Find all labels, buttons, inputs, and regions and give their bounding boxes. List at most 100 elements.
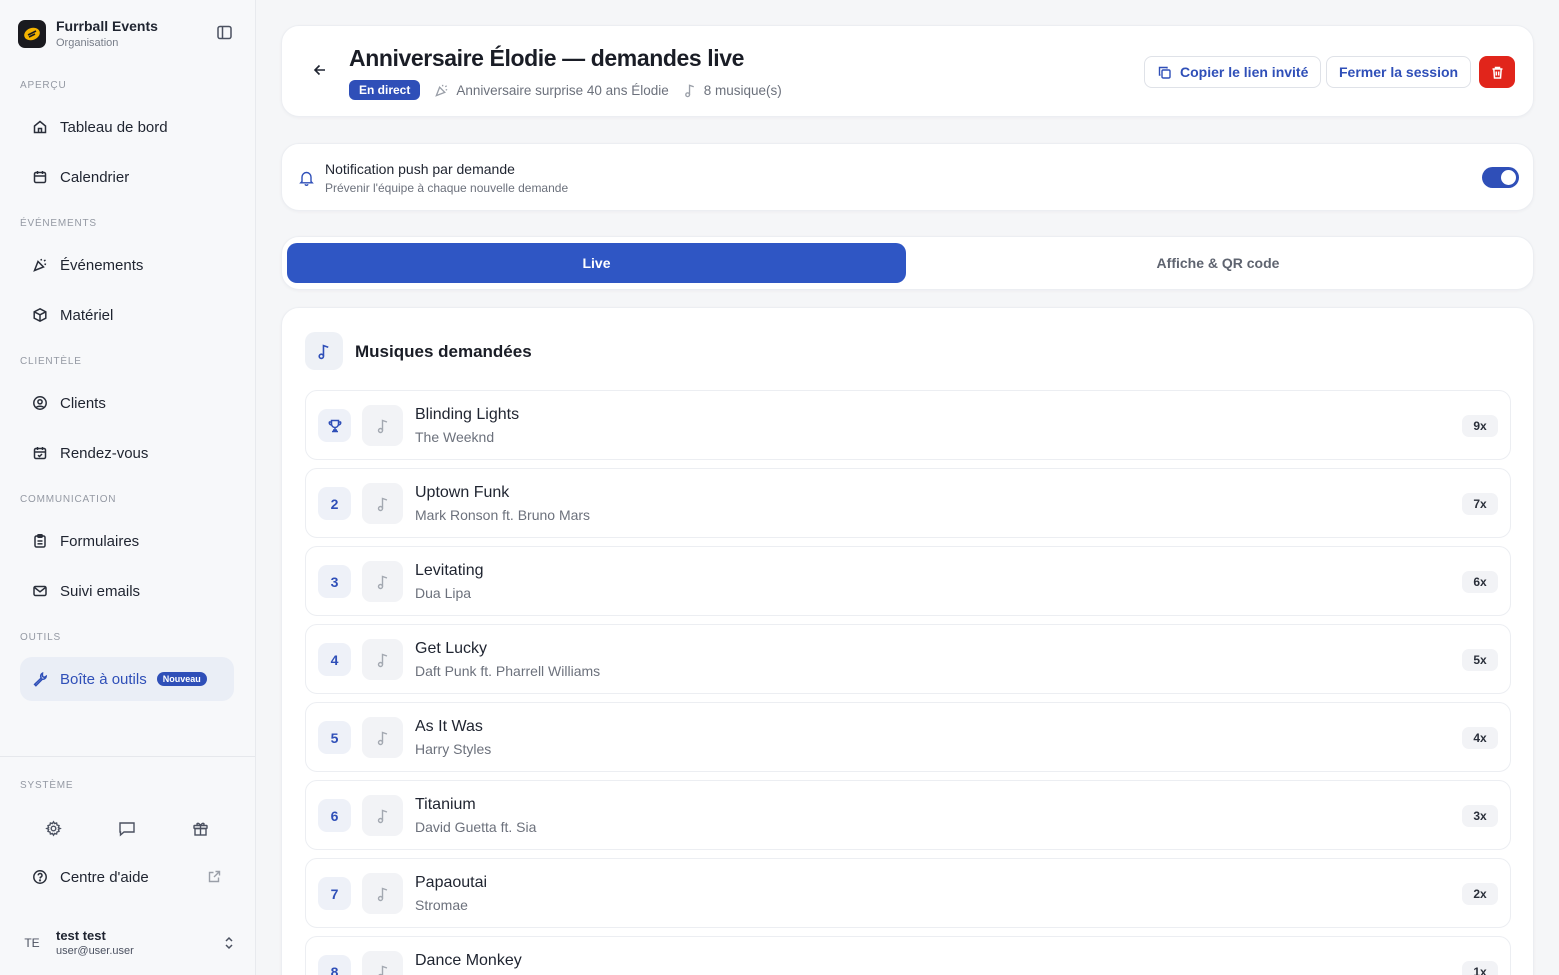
section-title-systeme: SYSTÈME <box>20 780 74 791</box>
clipboard-icon <box>32 533 48 549</box>
song-artist: Mark Ronson ft. Bruno Mars <box>415 507 591 523</box>
sidebar-item-label: Suivi emails <box>60 582 141 600</box>
music-note-icon <box>362 951 403 975</box>
request-count: 6x <box>1462 571 1498 593</box>
sidebar-item-clients[interactable]: Clients <box>20 381 234 425</box>
section-title-outils: OUTILS <box>20 632 61 643</box>
rank-number: 6 <box>318 799 351 832</box>
event-name: Anniversaire surprise 40 ans Élodie <box>456 82 669 98</box>
request-count: 9x <box>1462 415 1498 437</box>
back-arrow-icon[interactable] <box>312 62 328 78</box>
music-note-icon <box>362 717 403 758</box>
music-note-icon <box>362 795 403 836</box>
event-meta: En direct Anniversaire surprise 40 ans É… <box>349 80 796 100</box>
sidebar: Furrball Events Organisation APERÇU Tabl… <box>0 0 256 975</box>
music-count: 8 musique(s) <box>703 82 782 98</box>
party-icon <box>32 257 48 273</box>
list-item[interactable]: 3 Levitating Dua Lipa 6x <box>305 546 1511 616</box>
song-artist: Dua Lipa <box>415 585 472 601</box>
mail-icon <box>32 583 48 599</box>
sidebar-item-email-tracking[interactable]: Suivi emails <box>20 569 234 613</box>
tabs: Live Affiche & QR code <box>281 236 1534 290</box>
song-title: As It Was <box>415 718 483 735</box>
rank-number: 8 <box>318 955 351 975</box>
delete-button[interactable] <box>1479 56 1515 88</box>
sidebar-item-events[interactable]: Événements <box>20 243 234 287</box>
rank-number: 7 <box>318 877 351 910</box>
song-title: Blinding Lights <box>415 406 520 423</box>
request-count: 4x <box>1462 727 1498 749</box>
song-artist: Daft Punk ft. Pharrell Williams <box>415 663 601 679</box>
song-title: Dance Monkey <box>415 952 522 969</box>
list-item[interactable]: 2 Uptown Funk Mark Ronson ft. Bruno Mars… <box>305 468 1511 538</box>
request-count: 1x <box>1462 961 1498 975</box>
song-artist: Harry Styles <box>415 741 492 757</box>
song-title: Titanium <box>415 796 476 813</box>
close-session-button[interactable]: Fermer la session <box>1326 56 1472 88</box>
section-title-clientele: CLIENTÈLE <box>20 356 82 367</box>
sidebar-item-toolbox[interactable]: Boîte à outils Nouveau <box>20 657 234 701</box>
org-subtitle: Organisation <box>56 37 119 49</box>
request-count: 7x <box>1462 493 1498 515</box>
push-notification-setting: Notification push par demande Prévenir l… <box>281 143 1534 211</box>
external-link-icon <box>207 869 222 884</box>
avatar: TE <box>24 936 40 950</box>
trash-icon <box>1492 66 1502 79</box>
song-title: Levitating <box>415 562 484 579</box>
tab-live[interactable]: Live <box>287 243 906 283</box>
song-title: Papaoutai <box>415 874 488 891</box>
page-title: Anniversaire Élodie — demandes live <box>349 45 745 71</box>
help-circle-icon <box>32 869 48 885</box>
org-name: Furrball Events <box>56 18 158 34</box>
sidebar-item-label: Formulaires <box>60 532 140 550</box>
sidebar-item-label: Centre d'aide <box>60 868 149 886</box>
sidebar-item-help-center[interactable]: Centre d'aide <box>20 855 234 899</box>
calendar-icon <box>32 169 48 185</box>
sidebar-item-equipment[interactable]: Matériel <box>20 293 234 337</box>
music-note-icon <box>362 561 403 602</box>
list-item[interactable]: 8 Dance Monkey 1x <box>305 936 1511 975</box>
sidebar-item-appointments[interactable]: Rendez-vous <box>20 431 234 475</box>
list-item[interactable]: 7 Papaoutai Stromae 2x <box>305 858 1511 928</box>
section-title: Musiques demandées <box>355 342 532 361</box>
copy-guest-link-button[interactable]: Copier le lien invité <box>1144 56 1322 88</box>
sidebar-item-calendar[interactable]: Calendrier <box>20 155 234 199</box>
calendar-check-icon <box>32 445 48 461</box>
song-artist: The Weeknd <box>415 429 495 445</box>
list-item[interactable]: Blinding Lights The Weeknd 9x <box>305 390 1511 460</box>
message-icon[interactable] <box>118 820 136 837</box>
push-notification-toggle[interactable] <box>1482 167 1519 188</box>
sidebar-item-label: Matériel <box>60 306 114 324</box>
gift-icon[interactable] <box>192 820 209 837</box>
box-icon <box>32 307 48 323</box>
request-count: 5x <box>1462 649 1498 671</box>
org-logo-icon <box>18 20 46 48</box>
list-item[interactable]: 5 As It Was Harry Styles 4x <box>305 702 1511 772</box>
wrench-icon <box>32 671 48 687</box>
music-note-icon <box>362 639 403 680</box>
sidebar-toggle-icon[interactable] <box>216 24 233 41</box>
copy-icon <box>1158 66 1171 79</box>
user-menu[interactable]: TE test test user@user.user <box>20 925 240 961</box>
chevron-up-down-icon <box>222 935 236 951</box>
new-badge: Nouveau <box>156 672 207 686</box>
home-icon <box>32 119 48 135</box>
sidebar-item-forms[interactable]: Formulaires <box>20 519 234 563</box>
sidebar-item-label: Événements <box>60 256 144 274</box>
org-switcher[interactable]: Furrball Events Organisation <box>18 18 158 50</box>
list-item[interactable]: 4 Get Lucky Daft Punk ft. Pharrell Willi… <box>305 624 1511 694</box>
tab-poster-qr[interactable]: Affiche & QR code <box>906 243 1530 283</box>
music-note-icon <box>362 405 403 446</box>
event-header: Anniversaire Élodie — demandes live En d… <box>281 25 1534 117</box>
settings-gear-icon[interactable] <box>45 820 62 837</box>
trophy-icon <box>318 409 351 442</box>
song-artist: Stromae <box>415 897 468 913</box>
rank-number: 5 <box>318 721 351 754</box>
sidebar-item-dashboard[interactable]: Tableau de bord <box>20 105 234 149</box>
section-title-apercu: APERÇU <box>20 80 67 91</box>
rank-number: 3 <box>318 565 351 598</box>
list-item[interactable]: 6 Titanium David Guetta ft. Sia 3x <box>305 780 1511 850</box>
toggle-knob <box>1501 170 1516 185</box>
request-count: 2x <box>1462 883 1498 905</box>
music-note-icon <box>362 873 403 914</box>
